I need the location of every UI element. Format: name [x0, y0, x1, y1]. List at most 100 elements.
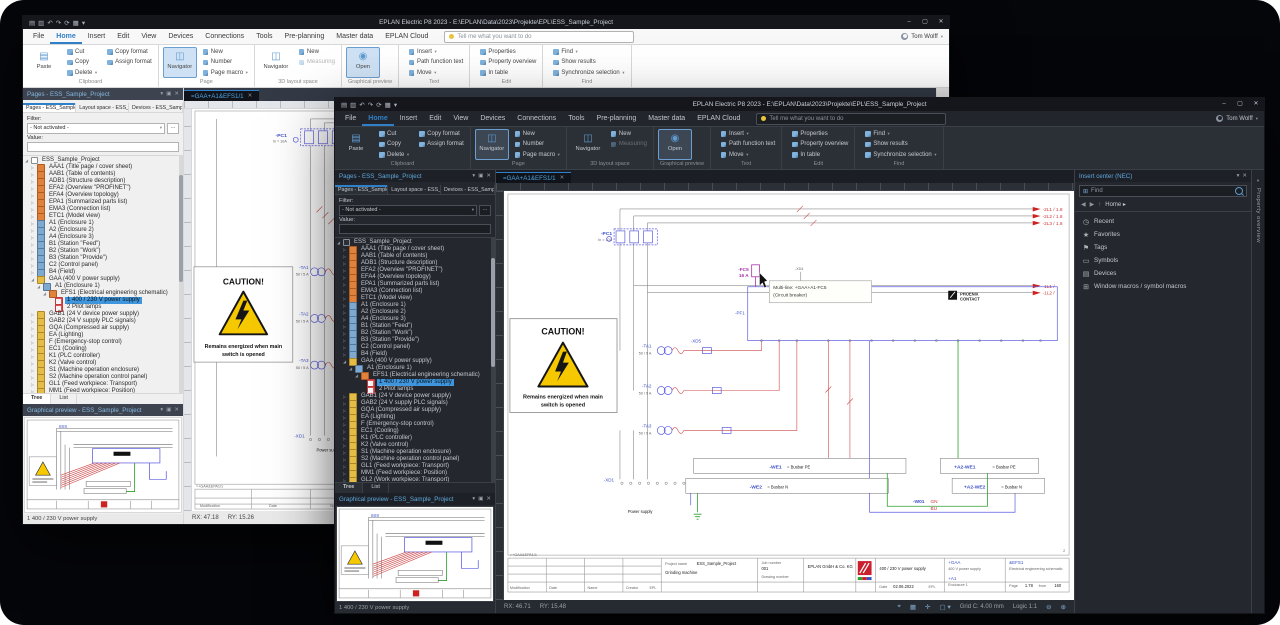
- ribbon-button[interactable]: Number: [201, 58, 250, 68]
- tree-item[interactable]: ▷ EA (Lighting): [335, 414, 495, 421]
- ribbon-button[interactable]: New: [201, 47, 250, 57]
- panel-menu-icon[interactable]: ▾: [160, 407, 163, 413]
- tree-item[interactable]: ▷ EC1 (Cooling): [23, 346, 183, 353]
- tree-item[interactable]: ▷ EMA3 (Connection list): [23, 206, 183, 213]
- grid-size-icon[interactable]: ▢ ▾: [940, 603, 951, 611]
- ribbon-button[interactable]: Page macro ▾: [513, 150, 562, 160]
- tree-item[interactable]: ◢ EFS1 (Electrical engineering schematic…: [335, 372, 495, 379]
- panel-pin-icon[interactable]: ▣: [478, 173, 483, 179]
- ribbon-button[interactable]: Property overview: [790, 140, 850, 150]
- qat-button[interactable]: ⟳: [64, 19, 69, 27]
- close-button[interactable]: ✕: [933, 16, 949, 29]
- dock-tab[interactable]: Layout space - ESS_Sa...: [388, 185, 441, 194]
- ribbon-tab[interactable]: EPLAN Cloud: [691, 111, 746, 126]
- tree-item[interactable]: ▷ K2 (Valve control): [23, 360, 183, 367]
- nav-forward-icon[interactable]: ▶: [1090, 201, 1095, 208]
- dock-tab[interactable]: Layout space - ESS_Sa...: [76, 103, 129, 112]
- insert-center-item[interactable]: ⊞ Window macros / symbol macros: [1075, 280, 1251, 293]
- ribbon-tab[interactable]: Pre-planning: [279, 29, 331, 44]
- tree-item[interactable]: ▷ GL1 (Feed workpiece: Transport): [335, 463, 495, 470]
- tree-scrollbar[interactable]: [179, 156, 183, 393]
- tree-item[interactable]: ▷ C2 (Control panel): [23, 262, 183, 269]
- ribbon-tab[interactable]: Home: [50, 29, 81, 44]
- qat-button[interactable]: ▦: [385, 101, 391, 109]
- ribbon-button[interactable]: Copy format: [105, 47, 154, 57]
- tree-item[interactable]: ▷ GAB2 (24 V supply PLC signals): [23, 318, 183, 325]
- tree-item[interactable]: ▷ MM1 (Feed workpiece: Position): [23, 388, 183, 393]
- insert-center-item[interactable]: ▤ Devices: [1075, 267, 1251, 280]
- ribbon-tab[interactable]: View: [447, 111, 474, 126]
- selected-circuit-breaker-fc5[interactable]: -FC5 16 A: [738, 265, 759, 287]
- maximize-button[interactable]: ▢: [1232, 98, 1248, 111]
- insert-center-item[interactable]: ★ Favorites: [1075, 228, 1251, 241]
- filter-select[interactable]: - Not activated -▾: [27, 123, 165, 134]
- ribbon-tab[interactable]: Edit: [423, 111, 447, 126]
- tree-item[interactable]: ▷ GQA (Compressed air supply): [23, 325, 183, 332]
- filter-more-button[interactable]: …: [167, 123, 179, 134]
- ribbon-button[interactable]: Find ▾: [863, 129, 938, 139]
- page-tab[interactable]: =GAA+A1&EFS1/1✕: [184, 90, 259, 101]
- tree-item[interactable]: ▷ B2 (Station "Work"): [335, 330, 495, 337]
- ribbon-big-button[interactable]: Navigator: [259, 47, 293, 78]
- tree-item[interactable]: ◢ ESS_Sample_Project: [335, 239, 495, 246]
- tree-item[interactable]: ▷ EPA1 (Summarized parts list): [23, 199, 183, 206]
- ribbon-button[interactable]: In table: [790, 150, 850, 160]
- ribbon-tab[interactable]: Tools: [250, 29, 278, 44]
- tree-item[interactable]: ▷ EFA2 (Overview "PROFINET"): [335, 267, 495, 274]
- panel-menu-icon[interactable]: ▾: [1237, 173, 1240, 179]
- tab-close-icon[interactable]: ✕: [560, 175, 565, 181]
- tree-item[interactable]: ▷ ETC1 (Model view): [335, 295, 495, 302]
- value-input[interactable]: [27, 142, 179, 153]
- ribbon-tab[interactable]: Home: [362, 111, 393, 126]
- ribbon-button[interactable]: Synchronize selection ▾: [863, 150, 938, 160]
- tree-item[interactable]: ▷ GAB2 (24 V supply PLC signals): [335, 400, 495, 407]
- ribbon-button[interactable]: Path function text: [407, 58, 465, 68]
- tree-item[interactable]: ▷ EC1 (Cooling): [335, 428, 495, 435]
- tree-item[interactable]: ▷ ADB1 (Structure description): [335, 260, 495, 267]
- ribbon-tab[interactable]: Insert: [82, 29, 112, 44]
- ribbon-big-button[interactable]: Navigator: [571, 129, 605, 160]
- ribbon-button[interactable]: Properties: [790, 129, 850, 139]
- ribbon-button[interactable]: Page macro ▾: [201, 68, 250, 78]
- qat-button[interactable]: ↶: [47, 19, 52, 27]
- tree-item[interactable]: ▷ K1 (PLC controller): [335, 435, 495, 442]
- panel-menu-icon[interactable]: ▾: [160, 91, 163, 97]
- panel-pin-icon[interactable]: ▣: [166, 407, 171, 413]
- tree-item[interactable]: ▷ EFA2 (Overview "PROFINET"): [23, 185, 183, 192]
- panel-menu-icon[interactable]: ▾: [472, 173, 475, 179]
- user-avatar[interactable]: [1216, 115, 1223, 122]
- minimize-button[interactable]: –: [1216, 98, 1232, 111]
- tree-item[interactable]: ◢ A1 (Enclosure 1): [23, 283, 183, 290]
- tree-item[interactable]: ▷ ADB1 (Structure description): [23, 178, 183, 185]
- tree-item[interactable]: ▷ GL1 (Feed workpiece: Transport): [23, 381, 183, 388]
- tree-item[interactable]: ▷ F (Emergency-stop control): [335, 421, 495, 428]
- tree-item[interactable]: ▷ K2 (Valve control): [335, 442, 495, 449]
- ribbon-button[interactable]: Find ▾: [551, 47, 626, 57]
- grid-toggle-icon[interactable]: ▦: [910, 603, 916, 611]
- ribbon-button[interactable]: Delete ▾: [65, 68, 99, 78]
- property-overview-side-tab[interactable]: Property overview: [1255, 188, 1261, 243]
- schematic-canvas[interactable]: 2 -2L1 / 1.8 -2L2 / 1.8 -2L3 / 1.8 -PC1 …: [504, 191, 1074, 600]
- tree-item[interactable]: ▷ ETC1 (Model view): [23, 213, 183, 220]
- ribbon-tab[interactable]: Edit: [111, 29, 135, 44]
- tree-item[interactable]: ▷ A1 (Enclosure 1): [23, 220, 183, 227]
- tree-item[interactable]: ▷ S2 (Machine operation control panel): [23, 374, 183, 381]
- tree-item[interactable]: ▷ B4 (Field): [23, 269, 183, 276]
- tree-item[interactable]: ▷ B3 (Station "Provide"): [335, 337, 495, 344]
- ribbon-big-button[interactable]: Navigator: [475, 129, 509, 160]
- tree-item[interactable]: ▷ A2 (Enclosure 2): [23, 227, 183, 234]
- qat-button[interactable]: ↷: [56, 19, 61, 27]
- qat-button[interactable]: ⟳: [376, 101, 381, 109]
- ribbon-tab[interactable]: File: [27, 29, 50, 44]
- ribbon-big-button[interactable]: Paste: [27, 47, 61, 78]
- dock-tab[interactable]: Pages - ESS_Sample_P...: [335, 185, 388, 194]
- ribbon-button[interactable]: Property overview: [478, 58, 538, 68]
- tree-list-tab[interactable]: List: [363, 483, 389, 493]
- ribbon-tab[interactable]: Connections: [511, 111, 562, 126]
- nav-back-icon[interactable]: ◀: [1081, 201, 1086, 208]
- ribbon-button[interactable]: Copy: [65, 58, 99, 68]
- tree-item[interactable]: ◢ GAA (400 V power supply): [23, 276, 183, 283]
- tree-item[interactable]: ▷ C2 (Control panel): [335, 344, 495, 351]
- ribbon-button[interactable]: Measuring: [297, 58, 337, 68]
- ribbon-tab[interactable]: Tools: [562, 111, 590, 126]
